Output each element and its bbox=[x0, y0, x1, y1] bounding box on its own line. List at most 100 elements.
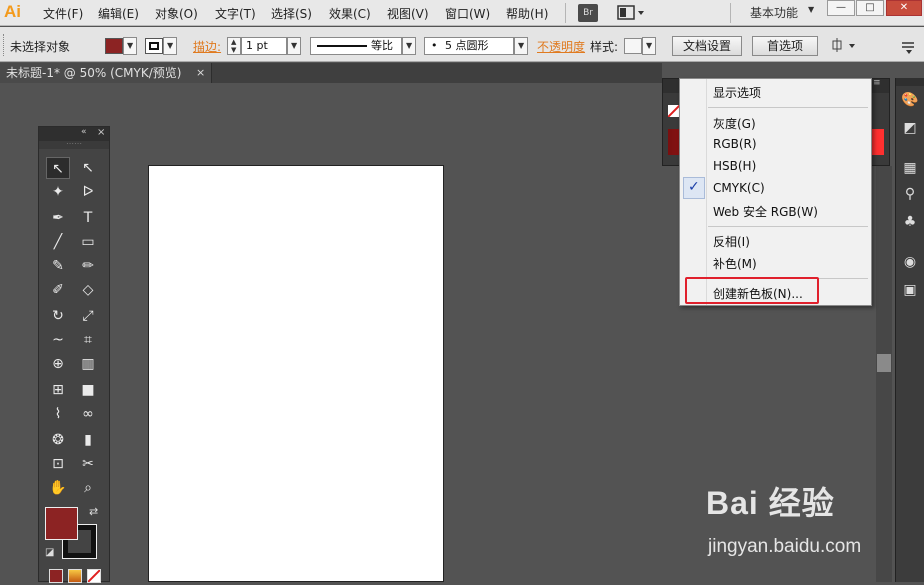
eraser-tool[interactable]: ◇ bbox=[76, 279, 100, 301]
opacity-label[interactable]: 不透明度 bbox=[537, 38, 585, 55]
panel-menu-button[interactable] bbox=[898, 35, 920, 57]
artboard[interactable] bbox=[148, 165, 444, 582]
none-mode-button[interactable] bbox=[87, 569, 101, 583]
stroke-weight-stepper[interactable]: ▲ ▼ bbox=[227, 37, 241, 55]
menu-edit[interactable]: 编辑(E) bbox=[98, 5, 139, 22]
symbols-icon[interactable]: ♣ bbox=[900, 212, 920, 232]
zoom-tool[interactable]: ⌕ bbox=[76, 477, 100, 499]
type-tool[interactable]: T bbox=[76, 207, 100, 229]
menu-bar: Ai 文件(F) 编辑(E) 对象(O) 文字(T) 选择(S) 效果(C) 视… bbox=[0, 0, 924, 26]
gradient-tool[interactable]: ■ bbox=[76, 379, 100, 401]
artboard-tool[interactable]: ⊡ bbox=[46, 453, 70, 475]
blob-brush-tool[interactable]: ✐ bbox=[46, 279, 70, 301]
menu-item-hsb[interactable]: HSB(H) bbox=[713, 159, 756, 173]
panel-menu-icon[interactable]: ≡ bbox=[873, 78, 893, 92]
blend-tool[interactable]: ∞ bbox=[76, 403, 100, 425]
menu-view[interactable]: 视图(V) bbox=[387, 5, 429, 22]
arrange-documents-button[interactable] bbox=[617, 4, 647, 22]
scrollbar-thumb[interactable] bbox=[877, 354, 891, 372]
menu-effect[interactable]: 效果(C) bbox=[329, 5, 371, 22]
close-button[interactable]: ✕ bbox=[886, 0, 922, 16]
stroke-dropdown[interactable]: ▼ bbox=[163, 37, 177, 55]
pencil-tool[interactable]: ✏ bbox=[76, 255, 100, 277]
style-dropdown[interactable]: ▼ bbox=[642, 37, 656, 55]
workspace-switcher[interactable]: 基本功能 bbox=[750, 4, 798, 21]
color-palette-icon[interactable]: 🎨 bbox=[900, 90, 920, 110]
menu-item-complement[interactable]: 补色(M) bbox=[713, 255, 757, 272]
preferences-button[interactable]: 首选项 bbox=[752, 36, 818, 56]
magic-wand-tool[interactable]: ✦ bbox=[46, 181, 70, 203]
direct-selection-tool[interactable]: ↖ bbox=[76, 157, 100, 179]
rotate-tool[interactable]: ↻ bbox=[46, 305, 70, 327]
line-tool[interactable]: ╱ bbox=[46, 231, 70, 253]
lasso-icon: ᐅ bbox=[82, 184, 94, 200]
color-guide-icon[interactable]: ◩ bbox=[900, 118, 920, 138]
stroke-swatch[interactable] bbox=[145, 38, 163, 54]
swatches-icon[interactable]: ▦ bbox=[900, 158, 920, 178]
paintbrush-tool[interactable]: ✎ bbox=[46, 255, 70, 277]
menu-item-rgb[interactable]: RGB(R) bbox=[713, 137, 757, 151]
stroke-weight-dropdown[interactable]: ▼ bbox=[287, 37, 301, 55]
grip-handle[interactable] bbox=[3, 34, 5, 56]
swap-colors-icon[interactable]: ⇄ bbox=[89, 505, 98, 518]
stroke-profile-dropdown[interactable]: ▼ bbox=[402, 37, 416, 55]
artboard-icon: ⊡ bbox=[52, 456, 64, 472]
tools-panel-header[interactable]: « × bbox=[39, 127, 109, 141]
close-tab-icon[interactable]: × bbox=[196, 63, 205, 83]
stroke-weight-field[interactable]: 1 pt bbox=[241, 37, 287, 55]
selection-tool[interactable]: ↖ bbox=[46, 157, 70, 179]
hand-tool[interactable]: ✋ bbox=[46, 477, 70, 499]
stroke-icon[interactable]: ◉ bbox=[900, 252, 920, 272]
pen-icon: ✒ bbox=[52, 210, 64, 226]
rectangle-tool[interactable]: ▭ bbox=[76, 231, 100, 253]
bridge-button[interactable]: Br bbox=[578, 4, 598, 22]
color-mode-button[interactable] bbox=[49, 569, 63, 583]
menu-file[interactable]: 文件(F) bbox=[43, 5, 83, 22]
menu-item-show-options[interactable]: 显示选项 bbox=[713, 84, 761, 101]
warp-tool[interactable]: ~ bbox=[46, 329, 70, 351]
align-options-button[interactable] bbox=[830, 37, 860, 55]
fill-color-box-front[interactable] bbox=[45, 507, 78, 540]
fill-swatch[interactable] bbox=[105, 38, 123, 54]
default-colors-icon[interactable]: ◪ bbox=[45, 547, 54, 558]
fill-dropdown[interactable]: ▼ bbox=[123, 37, 137, 55]
menu-item-cmyk[interactable]: CMYK(C) bbox=[713, 181, 765, 195]
style-swatch[interactable] bbox=[624, 38, 642, 54]
stroke-profile-select[interactable]: 等比 bbox=[310, 37, 402, 55]
menu-help[interactable]: 帮助(H) bbox=[506, 5, 548, 22]
menu-window[interactable]: 窗口(W) bbox=[445, 5, 490, 22]
transparency-icon[interactable]: ▣ bbox=[900, 280, 920, 300]
brush-dropdown[interactable]: ▼ bbox=[514, 37, 528, 55]
menu-type[interactable]: 文字(T) bbox=[215, 5, 256, 22]
vertical-scrollbar[interactable] bbox=[876, 166, 892, 582]
graph-tool[interactable]: ▥ bbox=[76, 353, 100, 375]
collapse-icon[interactable]: « bbox=[81, 127, 87, 137]
pen-tool[interactable]: ✒ bbox=[46, 207, 70, 229]
scale-tool[interactable]: ⤢ bbox=[76, 305, 100, 327]
mesh-tool[interactable]: ⊞ bbox=[46, 379, 70, 401]
document-tab[interactable]: 未标题-1* @ 50% (CMYK/预览) × bbox=[0, 63, 212, 83]
column-graph-tool[interactable]: ▮ bbox=[76, 429, 100, 451]
gradient-mode-button[interactable] bbox=[68, 569, 82, 583]
dock-header[interactable] bbox=[896, 78, 924, 86]
stroke-label[interactable]: 描边: bbox=[193, 38, 221, 55]
symbol-sprayer-tool[interactable]: ❂ bbox=[46, 429, 70, 451]
minimize-button[interactable]: — bbox=[827, 0, 855, 16]
free-transform-tool[interactable]: ⌗ bbox=[76, 329, 100, 351]
line-icon: ╱ bbox=[53, 234, 63, 250]
menu-object[interactable]: 对象(O) bbox=[155, 5, 198, 22]
shape-builder-tool[interactable]: ⊕ bbox=[46, 353, 70, 375]
maximize-button[interactable]: □ bbox=[856, 0, 884, 16]
menu-select[interactable]: 选择(S) bbox=[271, 5, 312, 22]
brush-select[interactable]: • 5 点圆形 bbox=[424, 37, 514, 55]
slice-tool[interactable]: ✂ bbox=[76, 453, 100, 475]
menu-item-web-safe-rgb[interactable]: Web 安全 RGB(W) bbox=[713, 203, 818, 220]
document-setup-button[interactable]: 文档设置 bbox=[672, 36, 742, 56]
brushes-icon[interactable]: ⚲ bbox=[900, 184, 920, 204]
menu-item-invert[interactable]: 反相(I) bbox=[713, 233, 750, 250]
lasso-tool[interactable]: ᐅ bbox=[76, 181, 100, 203]
eyedropper-tool[interactable]: ⌇ bbox=[46, 403, 70, 425]
tools-panel-grip[interactable]: ⋯⋯ bbox=[39, 140, 109, 149]
menu-item-grayscale[interactable]: 灰度(G) bbox=[713, 115, 756, 132]
close-icon[interactable]: × bbox=[97, 127, 105, 138]
